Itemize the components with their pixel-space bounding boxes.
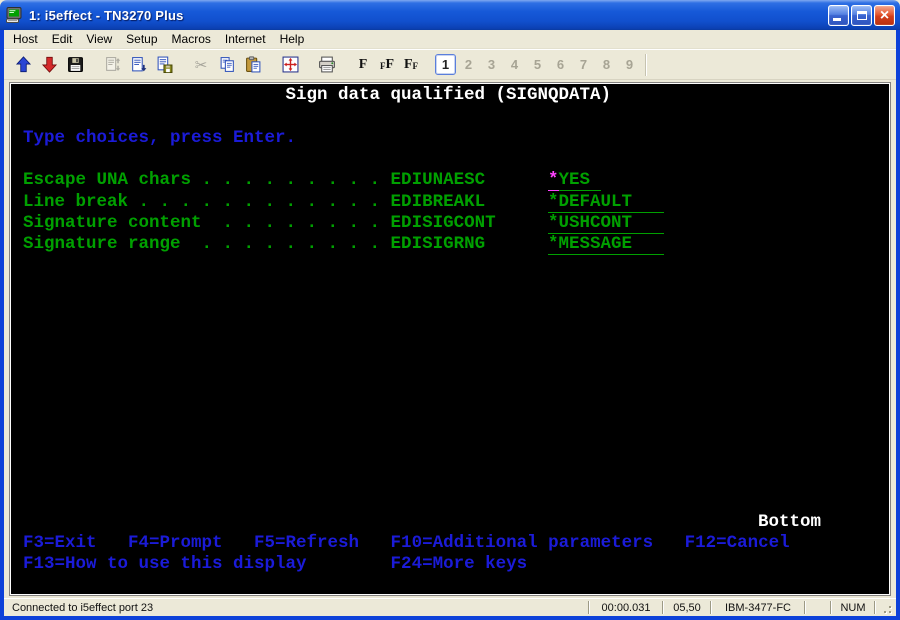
screen-adjust-icon [282, 56, 299, 73]
session-button-8: 8 [596, 54, 617, 75]
receive-text-button[interactable] [125, 52, 151, 78]
window-title: 1: i5effect - TN3270 Plus [29, 8, 828, 23]
copy-icon [219, 56, 236, 73]
session-button-3: 3 [481, 54, 502, 75]
status-bar: Connected to i5effect port 23 00:00.031 … [4, 598, 896, 616]
save-icon [67, 56, 84, 73]
status-separator [804, 601, 806, 614]
cut-button[interactable]: ✂ [188, 52, 214, 78]
save-screen-icon [156, 56, 173, 73]
toolbar: ✂ [4, 49, 896, 80]
terminal-area: Sign data qualified (SIGNQDATA) Type choi… [4, 80, 896, 598]
upload-icon [15, 56, 32, 73]
status-message: Connected to i5effect port 23 [6, 602, 588, 614]
terminal-text: Signature content . . . . . . . . EDISIG… [23, 214, 496, 234]
receive-text-icon [130, 56, 147, 73]
maximize-button[interactable] [851, 5, 872, 26]
close-button[interactable]: × [874, 5, 895, 26]
status-cursor-position: 05,50 [664, 602, 710, 614]
save-button[interactable] [62, 52, 88, 78]
font-letter: F [413, 61, 419, 72]
session-button-1[interactable]: 1 [435, 54, 456, 75]
title-bar: 1: i5effect - TN3270 Plus × [0, 0, 900, 30]
maximize-icon [857, 11, 867, 20]
upload-button[interactable] [10, 52, 36, 78]
status-terminal-type: IBM-3477-FC [712, 602, 804, 614]
close-icon: × [875, 6, 894, 25]
menu-item-edit[interactable]: Edit [45, 30, 80, 49]
screen-adjust-button[interactable] [277, 52, 303, 78]
session-button-2: 2 [458, 54, 479, 75]
window-border-right [896, 30, 900, 616]
session-button-5: 5 [527, 54, 548, 75]
send-text-icon [104, 56, 121, 73]
font-decrease-button[interactable]: FF [399, 53, 423, 77]
minimize-icon [833, 18, 841, 21]
terminal-text: Sign data qualified (SIGNQDATA) [286, 86, 612, 106]
menu-item-internet[interactable]: Internet [218, 30, 273, 49]
menu-bar: HostEditViewSetupMacrosInternetHelp [4, 30, 896, 49]
download-icon [41, 56, 58, 73]
terminal-cursor[interactable]: * [548, 171, 559, 191]
print-button[interactable] [314, 52, 340, 78]
terminal-input-field[interactable]: *MESSAGE [548, 235, 664, 255]
menu-item-host[interactable]: Host [6, 30, 45, 49]
session-button-7: 7 [573, 54, 594, 75]
terminal-text: Escape UNA chars . . . . . . . . . EDIUN… [23, 171, 485, 191]
minimize-button[interactable] [828, 5, 849, 26]
window-border-bottom [0, 616, 900, 620]
application-window: 1: i5effect - TN3270 Plus × HostEditView… [0, 0, 900, 620]
terminal-text: Type choices, press Enter. [23, 129, 296, 149]
menu-item-view[interactable]: View [79, 30, 119, 49]
font-letter: F [359, 58, 368, 72]
session-button-9: 9 [619, 54, 640, 75]
paste-button[interactable] [240, 52, 266, 78]
terminal-input-field[interactable]: YES [559, 171, 601, 191]
session-button-6: 6 [550, 54, 571, 75]
terminal-input-field[interactable]: *DEFAULT [548, 193, 664, 213]
paste-icon [245, 56, 262, 73]
resize-grip[interactable] [876, 600, 894, 616]
terminal-text: Signature range . . . . . . . . . EDISIG… [23, 235, 485, 255]
send-text-button[interactable] [99, 52, 125, 78]
status-keyboard-indicator: NUM [832, 602, 874, 614]
cut-icon: ✂ [195, 56, 208, 74]
font-letter: F [404, 58, 413, 72]
terminal-text: F13=How to use this display F24=More key… [23, 555, 527, 575]
toolbar-separator [645, 54, 647, 76]
terminal-frame: Sign data qualified (SIGNQDATA) Type choi… [9, 82, 891, 596]
copy-button[interactable] [214, 52, 240, 78]
terminal-app-icon [6, 7, 24, 23]
font-increase-button[interactable]: FF [375, 53, 399, 77]
save-screen-button[interactable] [151, 52, 177, 78]
terminal-input-field[interactable]: *USHCONT [548, 214, 664, 234]
session-button-4: 4 [504, 54, 525, 75]
terminal-text: F3=Exit F4=Prompt F5=Refresh F10=Additio… [23, 534, 790, 554]
print-icon [318, 56, 336, 73]
menu-item-help[interactable]: Help [273, 30, 312, 49]
terminal-screen[interactable]: Sign data qualified (SIGNQDATA) Type choi… [11, 84, 889, 594]
font-letter: F [385, 58, 394, 72]
download-button[interactable] [36, 52, 62, 78]
font-button[interactable]: F [351, 53, 375, 77]
status-timer: 00:00.031 [590, 602, 662, 614]
terminal-text: Line break . . . . . . . . . . . . EDIBR… [23, 193, 485, 213]
menu-item-macros[interactable]: Macros [165, 30, 218, 49]
terminal-text: Bottom [758, 513, 821, 533]
menu-item-setup[interactable]: Setup [119, 30, 164, 49]
